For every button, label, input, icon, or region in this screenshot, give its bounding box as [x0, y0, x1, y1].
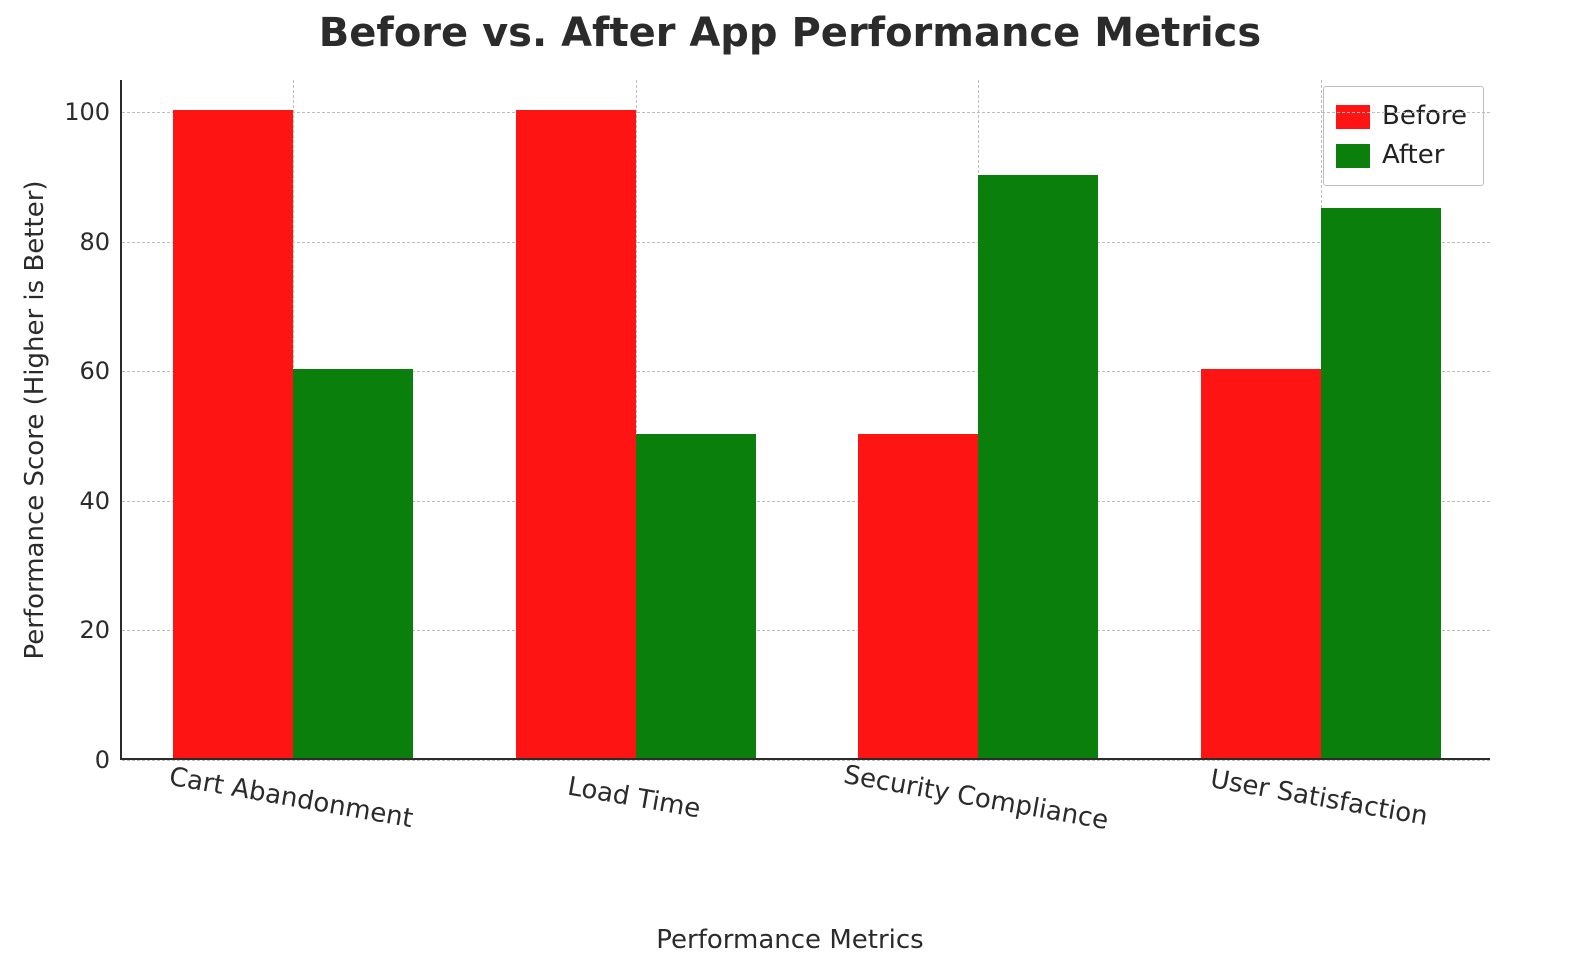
y-axis-label: Performance Score (Higher is Better): [20, 180, 50, 659]
bar-before-cart-abandonment: [173, 110, 293, 758]
y-tick-label: 40: [79, 487, 122, 515]
legend-item-after: After: [1336, 136, 1467, 175]
x-axis-label: Performance Metrics: [0, 925, 1580, 955]
bar-before-user-satisfaction: [1201, 369, 1321, 758]
y-tick-label: 80: [79, 228, 122, 256]
grid-line-h: [122, 242, 1490, 243]
y-tick-label: 20: [79, 616, 122, 644]
y-tick-label: 0: [95, 746, 122, 774]
bar-before-security-compliance: [858, 434, 978, 758]
bar-after-cart-abandonment: [293, 369, 413, 758]
y-tick-label: 60: [79, 357, 122, 385]
grid-line-h: [122, 112, 1490, 113]
plot-area: Before After 020406080100: [120, 80, 1490, 760]
chart-title: Before vs. After App Performance Metrics: [0, 10, 1580, 56]
bar-after-security-compliance: [978, 175, 1098, 758]
x-tick-label: Cart Abandonment: [167, 762, 415, 834]
legend-label-after: After: [1382, 136, 1444, 175]
bar-after-user-satisfaction: [1321, 208, 1441, 758]
y-tick-label: 100: [64, 98, 122, 126]
bar-after-load-time: [636, 434, 756, 758]
legend-label-before: Before: [1382, 97, 1467, 136]
legend-swatch-after: [1336, 144, 1370, 168]
grid-line-h: [122, 760, 1490, 761]
bar-before-load-time: [516, 110, 636, 758]
x-tick-label: Security Compliance: [842, 760, 1111, 836]
x-tick-label: Load Time: [565, 772, 702, 825]
legend-swatch-before: [1336, 105, 1370, 129]
legend: Before After: [1323, 86, 1484, 186]
x-tick-label: User Satisfaction: [1208, 764, 1430, 832]
chart-container: Before vs. After App Performance Metrics…: [0, 0, 1580, 980]
legend-item-before: Before: [1336, 97, 1467, 136]
